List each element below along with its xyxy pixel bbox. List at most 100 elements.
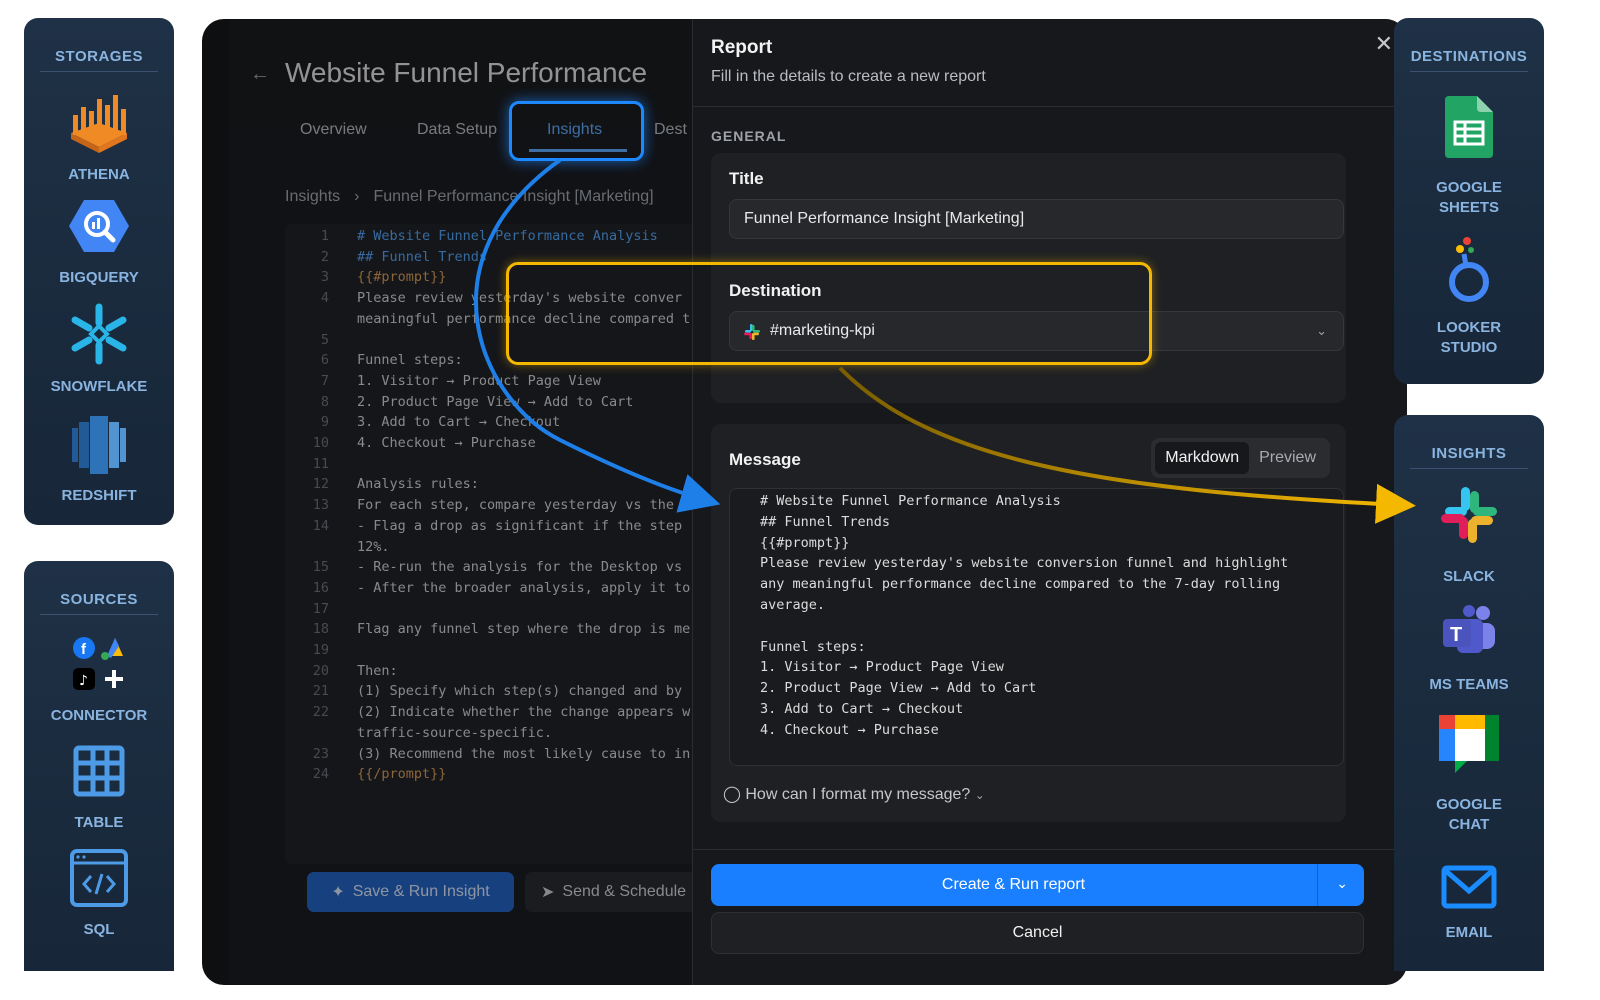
code-text: (3) Recommend the most likely cause to i…: [357, 745, 691, 762]
page-title: Website Funnel Performance: [285, 57, 648, 88]
destination-google-sheets[interactable]: GOOGLE SHEETS: [1394, 96, 1544, 218]
message-line: 1. Visitor → Product Page View: [760, 659, 1004, 676]
destination-looker-studio[interactable]: LOOKER STUDIO: [1394, 236, 1544, 358]
save-run-insight-button[interactable]: ✦ Save & Run Insight: [307, 872, 514, 912]
insight-label: MS TEAMS: [1429, 676, 1509, 693]
code-text: 2. Product Page View → Add to Cart: [357, 393, 634, 410]
message-line: {{#prompt}}: [760, 534, 850, 551]
slack-icon: [1441, 487, 1497, 543]
back-arrow-icon[interactable]: ←: [250, 63, 270, 86]
code-text: Then:: [357, 662, 398, 679]
line-number: 8: [320, 393, 329, 410]
code-text: - Re-run the analysis for the Desktop vs: [357, 559, 683, 576]
insight-google-chat[interactable]: GOOGLE CHAT: [1394, 713, 1544, 835]
destination-label: LOOKER: [1436, 319, 1502, 336]
tab-destinations[interactable]: Dest: [654, 121, 687, 139]
code-text: - Flag a drop as significant if the step: [357, 517, 683, 534]
insight-email[interactable]: EMAIL: [1394, 865, 1544, 943]
table-icon: [73, 745, 125, 797]
format-help-label: How can I format my message?: [745, 786, 971, 803]
sources-title: SOURCES: [40, 561, 158, 615]
code-text: - After the broader analysis, apply it t…: [357, 579, 691, 596]
chevron-down-icon: ⌄: [1316, 323, 1327, 338]
google-chat-icon: [1439, 715, 1499, 773]
sparkle-icon: ✦: [331, 884, 345, 901]
breadcrumb-separator: ›: [354, 188, 360, 205]
insight-slack[interactable]: SLACK: [1394, 483, 1544, 587]
line-number: 6: [320, 352, 329, 369]
message-line: 3. Add to Cart → Checkout: [760, 701, 964, 717]
svg-text:♪: ♪: [79, 673, 88, 689]
format-help-toggle[interactable]: ◯ How can I format my message? ⌄: [723, 784, 985, 804]
code-text: 12%.: [357, 538, 390, 555]
breadcrumb: Insights › Funnel Performance Insight [Mar…: [285, 188, 654, 206]
destination-label: GOOGLE: [1436, 179, 1502, 196]
message-editor[interactable]: # Website Funnel Performance Analysis ## …: [729, 488, 1344, 766]
source-label: CONNECTOR: [50, 707, 148, 724]
insight-label: EMAIL: [1445, 924, 1493, 941]
chevron-down-icon: ⌄: [974, 788, 985, 802]
breadcrumb-item[interactable]: Insights: [285, 188, 340, 205]
source-connector[interactable]: f ♪ CONNECTOR: [24, 636, 174, 726]
insight-editor-pane: ← Website Funnel Performance Overview Da…: [230, 19, 715, 985]
line-number: 21: [312, 683, 329, 700]
redshift-icon: [72, 416, 126, 474]
message-line: average.: [760, 597, 826, 613]
message-line: Funnel steps:: [760, 638, 866, 655]
tab-data-setup[interactable]: Data Setup: [417, 121, 497, 139]
insights-panel: INSIGHTS SLACK T MS TEAMS GOOGLE CHAT EM…: [1394, 415, 1544, 971]
line-number: 23: [312, 745, 329, 762]
source-sql[interactable]: SQL: [24, 848, 174, 940]
line-number: 17: [312, 600, 329, 617]
line-number: 24: [312, 766, 329, 783]
preview-tab[interactable]: Preview: [1249, 442, 1326, 474]
cancel-button[interactable]: Cancel: [711, 912, 1364, 954]
message-line: 2. Product Page View → Add to Cart: [760, 680, 1037, 697]
connector-icon: f ♪: [73, 637, 123, 690]
create-run-report-button[interactable]: Create & Run report ⌄: [711, 864, 1364, 906]
markdown-tab[interactable]: Markdown: [1155, 442, 1250, 474]
title-input[interactable]: Funnel Performance Insight [Marketing]: [729, 199, 1344, 239]
sources-panel: SOURCES f ♪ CONNECTOR TABLE SQL: [24, 561, 174, 971]
source-table[interactable]: TABLE: [24, 745, 174, 833]
insight-ms-teams[interactable]: T MS TEAMS: [1394, 605, 1544, 695]
storage-label: ATHENA: [68, 166, 130, 183]
send-schedule-button[interactable]: ➤ Send & Schedule: [525, 872, 715, 912]
looker-studio-icon: [1449, 237, 1489, 302]
message-line: # Website Funnel Performance Analysis: [760, 493, 1061, 509]
message-line: any meaningful performance decline compa…: [760, 576, 1281, 593]
insight-label: SLACK: [1443, 568, 1495, 585]
footer-divider: [693, 849, 1407, 850]
tab-overview[interactable]: Overview: [300, 121, 367, 139]
line-number: 7: [320, 372, 329, 389]
message-line: Please review yesterday's website conver…: [760, 555, 1289, 572]
divider: [693, 106, 1407, 107]
storage-athena[interactable]: ATHENA: [24, 93, 174, 185]
line-number: 20: [312, 662, 329, 679]
code-text: traffic-source-specific.: [357, 724, 553, 741]
report-modal: Report Fill in the details to create a n…: [692, 19, 1407, 985]
storage-label: SNOWFLAKE: [50, 378, 148, 395]
close-icon[interactable]: ✕: [1375, 31, 1393, 57]
code-text: ## Funnel Trends: [357, 248, 488, 265]
storage-bigquery[interactable]: BIGQUERY: [24, 198, 174, 288]
breadcrumb-item: Funnel Performance Insight [Marketing]: [373, 188, 654, 205]
code-text: 3. Add to Cart → Checkout: [357, 414, 561, 431]
line-number: 2: [320, 248, 329, 265]
destinations-title: DESTINATIONS: [1410, 18, 1528, 72]
storages-panel: STORAGES ATHENA BIGQUERY SNOWFLAKE REDSH…: [24, 18, 174, 525]
code-text: Flag any funnel step where the drop is m…: [357, 621, 691, 638]
bigquery-icon: [69, 200, 129, 252]
insight-label: CHAT: [1448, 816, 1490, 833]
save-run-label: Save & Run Insight: [352, 883, 490, 900]
storage-snowflake[interactable]: SNOWFLAKE: [24, 303, 174, 397]
markdown-preview-toggle: Markdown Preview: [1151, 438, 1330, 478]
message-card: Message Markdown Preview # Website Funne…: [711, 424, 1346, 822]
chevron-down-icon[interactable]: ⌄: [1336, 875, 1348, 892]
ms-teams-icon: T: [1443, 605, 1495, 653]
message-line: Analysis rules:: [760, 763, 882, 765]
storage-label: REDSHIFT: [61, 487, 137, 504]
line-number: 18: [312, 621, 329, 638]
code-text: For each step, compare yesterday vs the …: [357, 497, 691, 514]
storage-redshift[interactable]: REDSHIFT: [24, 414, 174, 506]
